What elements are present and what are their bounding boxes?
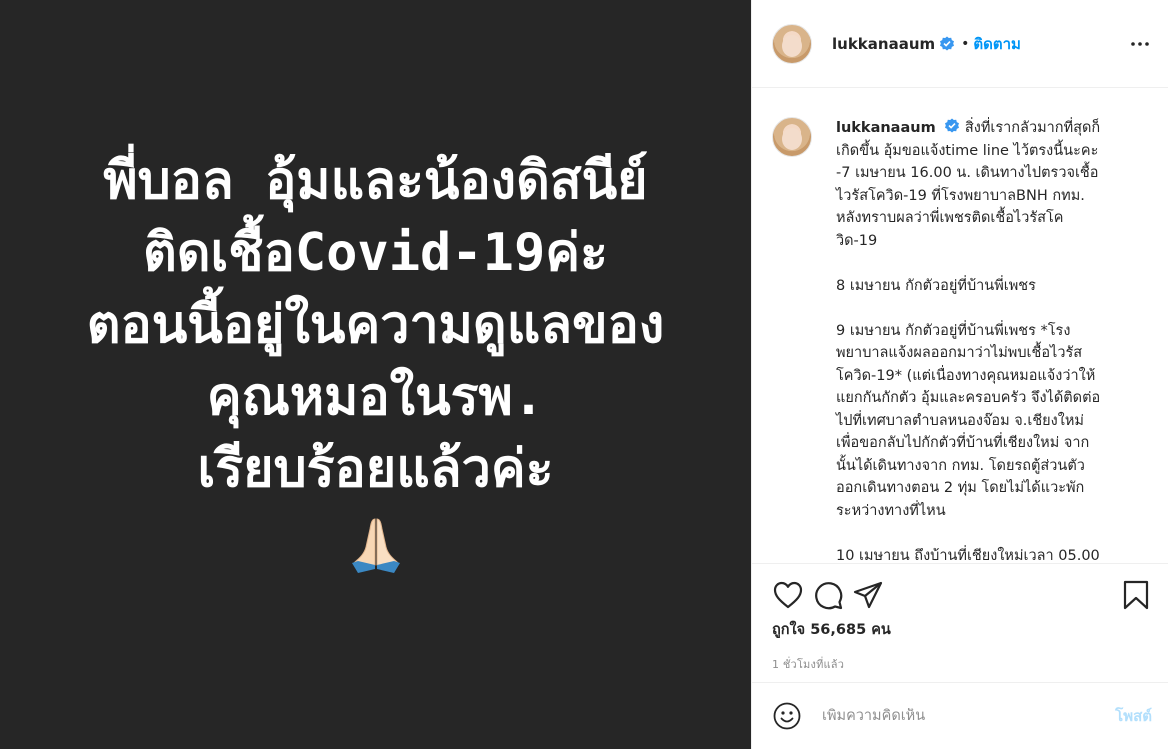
- caption-line: นั้นได้เดินทางจาก กทม. โดยรถตู้ส่วนตัว: [836, 457, 1085, 474]
- likes-count: 56,685: [810, 622, 867, 638]
- caption-line: 8 เมษายน กักตัวอยู่ที่บ้านพี่เพชร: [836, 277, 1036, 294]
- caption-line: 9 เมษายน กักตัวอยู่ที่บ้านพี่เพชร *โรง: [836, 322, 1071, 339]
- author-avatar[interactable]: [772, 23, 812, 64]
- likes-unit: คน: [871, 622, 891, 638]
- caption-avatar[interactable]: [772, 117, 812, 157]
- caption-area[interactable]: lukkanaaum สิ่งที่เรากลัวมากที่สุดก็ เกิ…: [752, 89, 1168, 563]
- caption-gap: [836, 297, 1146, 320]
- more-horizontal-icon[interactable]: [1128, 32, 1152, 56]
- caption-text: lukkanaaum สิ่งที่เรากลัวมากที่สุดก็ เกิ…: [836, 117, 1146, 563]
- caption-line: หลังทราบผลว่าพี่เพชรติดเชื้อไวรัสโค: [836, 210, 1064, 226]
- post-side-panel: lukkanaaum • ติดตาม lukkanaaum สิ่งที่เร…: [751, 0, 1168, 749]
- caption-line: ไปที่เทศบาลตำบลหนองจ๊อม จ.เชียงใหม่: [836, 412, 1084, 429]
- header-separator: •: [961, 35, 970, 52]
- image-text-line: ติดเชื้อCovid-19ค่ะ: [142, 222, 608, 283]
- post-image[interactable]: พี่บอล อุ้มและน้องดิสนีย์ ติดเชื้อCovid-…: [0, 0, 751, 749]
- caption-line: เพื่อขอกลับไปกักตัวที่บ้านที่เชียงใหม่ จ…: [836, 435, 1090, 451]
- caption-line: โควิด-19* (แต่เนื่องทางคุณหมอแจ้งว่าให้: [836, 367, 1096, 384]
- likes-summary[interactable]: ถูกใจ 56,685 คน: [772, 618, 1152, 641]
- author-username[interactable]: lukkanaaum: [832, 35, 935, 53]
- image-text-line: พี่บอล อุ้มและน้องดิสนีย์: [103, 150, 648, 211]
- comment-input[interactable]: [822, 708, 1116, 724]
- caption-gap: [836, 252, 1146, 275]
- post-actions: ถูกใจ 56,685 คน 1 ชั่วโมงที่แล้ว: [752, 563, 1168, 673]
- verified-badge-icon: [945, 118, 960, 133]
- caption-line: เกิดขึ้น อุ้มขอแจ้งtime line ไว้ตรงนี้นะ…: [836, 142, 1099, 159]
- action-icon-row: [772, 564, 1152, 626]
- bookmark-icon[interactable]: [1120, 579, 1152, 611]
- heart-icon[interactable]: [772, 579, 804, 611]
- image-text-line: เรียบร้อยแล้วค่ะ: [197, 438, 554, 499]
- caption-line: ออกเดินทางตอน 2 ทุ่ม โดยไม่ได้แวะพัก: [836, 480, 1085, 496]
- caption-gap: [836, 522, 1146, 545]
- verified-badge-icon: [940, 36, 955, 50]
- caption-line: พยาบาลแจ้งผลออกมาว่าไม่พบเชื้อไวรัส: [836, 345, 1083, 361]
- comment-icon[interactable]: [812, 579, 844, 611]
- comment-form: โพสต์: [752, 682, 1168, 749]
- share-icon[interactable]: [852, 579, 884, 611]
- praying-hands-icon: [351, 517, 400, 573]
- post-timestamp[interactable]: 1 ชั่วโมงที่แล้ว: [772, 655, 1152, 673]
- image-text-line: ตอนนี้อยู่ในความดูแลของ: [86, 294, 665, 355]
- caption-line: ไวรัสโควิด-19 ที่โรงพยาบาลBNH กทม.: [836, 187, 1085, 204]
- caption-row: lukkanaaum สิ่งที่เรากลัวมากที่สุดก็ เกิ…: [772, 117, 1152, 563]
- caption-line: -7 เมษายน 16.00 น. เดินทางไปตรวจเชื้อ: [836, 165, 1099, 181]
- caption-line: ระหว่างทางที่ไหน: [836, 502, 946, 519]
- caption-line: 10 เมษายน ถึงบ้านที่เชียงใหม่เวลา 05.00: [836, 547, 1100, 564]
- post-image-text: พี่บอล อุ้มและน้องดิสนีย์ ติดเชื้อCovid-…: [87, 145, 665, 505]
- image-text-line: คุณหมอในรพ.: [206, 366, 545, 427]
- smile-icon[interactable]: [772, 701, 802, 731]
- caption-username[interactable]: lukkanaaum: [836, 120, 936, 136]
- caption-line: วิด-19: [836, 232, 878, 249]
- caption-line: แยกกันกักตัว อุ้มและครอบครัว จึงได้ติดต่…: [836, 390, 1101, 406]
- follow-button[interactable]: ติดตาม: [973, 32, 1021, 56]
- caption-line: สิ่งที่เรากลัวมากที่สุดก็: [964, 120, 1101, 136]
- post-comment-button[interactable]: โพสต์: [1115, 704, 1152, 728]
- likes-label: ถูกใจ: [772, 622, 806, 638]
- post-header: lukkanaaum • ติดตาม: [752, 0, 1168, 88]
